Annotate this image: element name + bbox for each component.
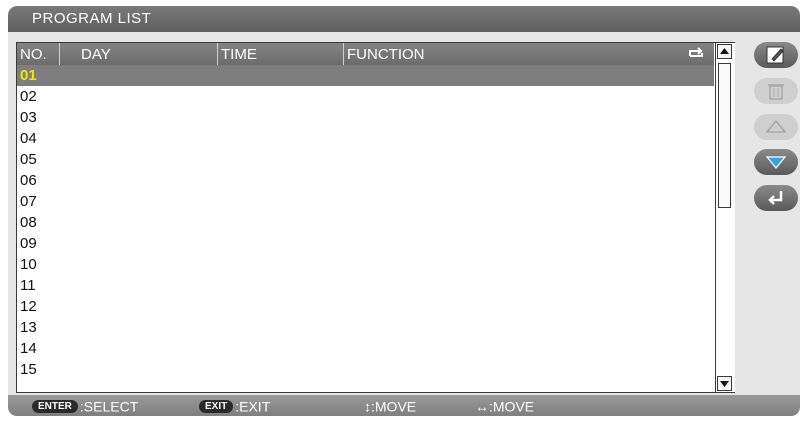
return-icon bbox=[768, 191, 783, 205]
column-function: FUNCTION bbox=[347, 46, 425, 63]
triangle-down-icon bbox=[765, 156, 787, 169]
row-number: 03 bbox=[20, 109, 37, 126]
hint-move-leftright: ↔:MOVE bbox=[475, 397, 534, 414]
table-row[interactable]: 08 bbox=[17, 212, 714, 233]
row-number: 14 bbox=[20, 340, 37, 357]
table-row[interactable]: 04 bbox=[17, 128, 714, 149]
enter-key-badge: ENTER bbox=[32, 399, 78, 413]
row-number: 07 bbox=[20, 193, 37, 210]
table-row[interactable]: 11 bbox=[17, 275, 714, 296]
window-title: PROGRAM LIST bbox=[32, 10, 152, 27]
hint-exit: EXIT:EXIT bbox=[199, 397, 270, 414]
row-number: 08 bbox=[20, 214, 37, 231]
scroll-up-button[interactable] bbox=[717, 44, 732, 59]
table-row[interactable]: 09 bbox=[17, 233, 714, 254]
program-rows: 01 02 03 04 05 06 07 08 09 10 11 12 13 14 15 bbox=[17, 65, 714, 380]
column-separator bbox=[217, 43, 218, 65]
table-header: NO. DAY TIME FUNCTION bbox=[17, 43, 714, 65]
return-button[interactable] bbox=[754, 185, 798, 211]
table-row[interactable]: 05 bbox=[17, 149, 714, 170]
row-number: 09 bbox=[20, 235, 37, 252]
table-row[interactable]: 06 bbox=[17, 170, 714, 191]
row-number: 04 bbox=[20, 130, 37, 147]
column-separator bbox=[59, 43, 60, 65]
edit-button[interactable] bbox=[754, 42, 798, 68]
table-row[interactable]: 13 bbox=[17, 317, 714, 338]
table-row[interactable]: 12 bbox=[17, 296, 714, 317]
triangle-up-icon bbox=[765, 119, 787, 133]
footer-hints: ENTER:SELECT EXIT:EXIT ↕:MOVE ↔:MOVE bbox=[8, 395, 800, 416]
scroll-down-button[interactable] bbox=[717, 376, 732, 391]
table-row[interactable]: 03 bbox=[17, 107, 714, 128]
hint-select-label: :SELECT bbox=[79, 398, 139, 415]
table-row[interactable]: 07 bbox=[17, 191, 714, 212]
column-no: NO. bbox=[20, 46, 47, 63]
hint-move-leftright-label: ↔:MOVE bbox=[475, 398, 535, 415]
hint-exit-label: :EXIT bbox=[235, 398, 271, 415]
triangle-up-icon bbox=[720, 48, 729, 54]
table-row[interactable]: 02 bbox=[17, 86, 714, 107]
title-bar: PROGRAM LIST bbox=[8, 6, 800, 32]
delete-button[interactable] bbox=[754, 78, 798, 104]
edit-icon bbox=[766, 46, 784, 64]
repeat-icon bbox=[689, 47, 703, 57]
hint-select: ENTER:SELECT bbox=[32, 397, 138, 414]
row-number: 15 bbox=[20, 361, 37, 378]
row-number: 02 bbox=[20, 88, 37, 105]
column-separator bbox=[343, 43, 344, 65]
move-up-button[interactable] bbox=[754, 114, 798, 140]
row-number: 05 bbox=[20, 151, 37, 168]
exit-key-badge: EXIT bbox=[199, 399, 234, 413]
row-number: 10 bbox=[20, 256, 37, 273]
row-number: 06 bbox=[20, 172, 37, 189]
triangle-down-icon bbox=[720, 381, 729, 387]
trash-icon bbox=[768, 84, 784, 100]
move-down-button[interactable] bbox=[754, 149, 798, 175]
scrollbar[interactable] bbox=[715, 43, 735, 392]
program-list-table: NO. DAY TIME FUNCTION 01 02 03 04 05 06 07 08 09… bbox=[16, 42, 735, 393]
table-row[interactable]: 01 bbox=[17, 65, 714, 86]
table-row[interactable]: 15 bbox=[17, 359, 714, 380]
row-number: 13 bbox=[20, 319, 37, 336]
scroll-thumb[interactable] bbox=[718, 63, 731, 208]
hint-move-updown-label: ↕:MOVE bbox=[364, 398, 417, 415]
column-time: TIME bbox=[221, 46, 257, 63]
program-list-window: PROGRAM LIST NO. DAY TIME FUNCTION 01 02 0… bbox=[8, 6, 800, 416]
row-number: 01 bbox=[20, 67, 37, 84]
row-number: 12 bbox=[20, 298, 37, 315]
table-row[interactable]: 10 bbox=[17, 254, 714, 275]
table-row[interactable]: 14 bbox=[17, 338, 714, 359]
column-day: DAY bbox=[81, 46, 111, 63]
row-number: 11 bbox=[20, 277, 36, 294]
hint-move-updown: ↕:MOVE bbox=[364, 397, 416, 414]
